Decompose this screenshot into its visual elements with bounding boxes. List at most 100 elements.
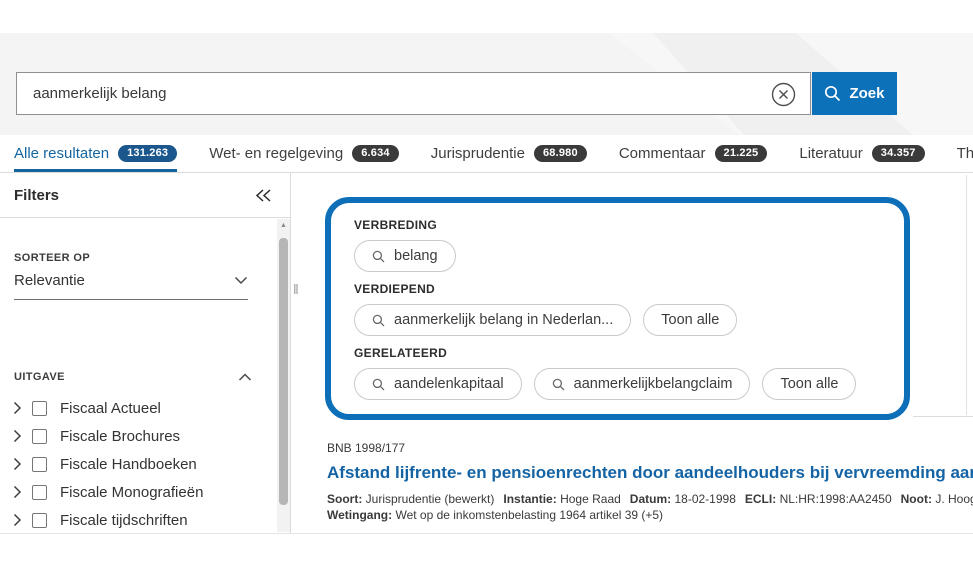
meta-label: Datum: bbox=[630, 492, 671, 506]
chip-label: aanmerkelijk belang in Nederlan... bbox=[394, 312, 613, 328]
meta-value: Hoge Raad bbox=[560, 492, 621, 506]
meta-value: NL:HR:1998:AA2450 bbox=[780, 492, 892, 506]
tab-count-badge: 131.263 bbox=[118, 145, 177, 162]
uitgave-checkbox[interactable] bbox=[32, 457, 47, 472]
uitgave-section-label: UITGAVE bbox=[14, 371, 65, 383]
tab-label: Alle resultaten bbox=[14, 145, 109, 162]
chevron-right-icon[interactable] bbox=[10, 401, 32, 415]
tab-count-badge: 34.357 bbox=[872, 145, 925, 162]
scrollbar-thumb[interactable] bbox=[279, 238, 288, 505]
tab-literatuur[interactable]: Literatuur 34.357 bbox=[799, 135, 924, 172]
uitgave-section-header[interactable]: UITGAVE bbox=[14, 371, 252, 383]
filter-item-fiscale-monografieen[interactable]: Fiscale Monografieën bbox=[10, 478, 270, 506]
gerelateerd-label: GERELATEERD bbox=[354, 346, 881, 360]
sort-section-label: SORTEER OP bbox=[14, 252, 90, 264]
chevron-right-icon[interactable] bbox=[10, 513, 32, 527]
verdiepend-label: VERDIEPEND bbox=[354, 282, 881, 296]
chip-label: Toon alle bbox=[661, 312, 719, 328]
suggestion-chip-aanmerkelijkbelangclaim[interactable]: aanmerkelijkbelangclaim bbox=[534, 368, 751, 400]
suggestion-chip-aanmerkelijk-belang-in-nederland[interactable]: aanmerkelijk belang in Nederlan... bbox=[354, 304, 631, 336]
meta-value: J. Hoogendoorn bbox=[935, 492, 973, 506]
tab-jurisprudentie[interactable]: Jurisprudentie 68.980 bbox=[431, 135, 587, 172]
filter-item-fiscaal-actueel[interactable]: Fiscaal Actueel bbox=[10, 394, 270, 422]
chevron-down-icon bbox=[234, 276, 248, 285]
chevron-up-icon bbox=[238, 373, 252, 382]
sort-dropdown-value: Relevantie bbox=[14, 272, 85, 289]
search-icon bbox=[372, 250, 385, 263]
verbreding-label: VERBREDING bbox=[354, 218, 881, 232]
filter-item-label: Fiscale Monografieën bbox=[60, 484, 203, 501]
uitgave-checkbox[interactable] bbox=[32, 429, 47, 444]
meta-label: Wetingang: bbox=[327, 508, 392, 522]
search-result-item: BNB 1998/177 Afstand lijfrente- en pensi… bbox=[327, 441, 973, 523]
toon-alle-verdiepend-button[interactable]: Toon alle bbox=[643, 304, 737, 336]
result-meta-line-2: Wetingang: Wet op de inkomstenbelasting … bbox=[327, 507, 973, 523]
toon-alle-gerelateerd-button[interactable]: Toon alle bbox=[762, 368, 856, 400]
meta-instantie: Instantie: Hoge Raad bbox=[503, 491, 620, 507]
filters-title: Filters bbox=[14, 187, 59, 204]
tab-wet-en-regelgeving[interactable]: Wet- en regelgeving 6.634 bbox=[209, 135, 399, 172]
tab-alle-resultaten[interactable]: Alle resultaten 131.263 bbox=[14, 135, 177, 172]
active-tab-underline bbox=[14, 169, 177, 172]
filter-item-fiscale-brochures[interactable]: Fiscale Brochures bbox=[10, 422, 270, 450]
chip-label: Toon alle bbox=[780, 376, 838, 392]
filter-item-fiscale-tijdschriften[interactable]: Fiscale tijdschriften bbox=[10, 506, 270, 534]
chevron-right-icon[interactable] bbox=[10, 485, 32, 499]
meta-wetingang: Wetingang: Wet op de inkomstenbelasting … bbox=[327, 507, 663, 523]
search-icon bbox=[824, 85, 841, 102]
suggestion-chip-aandelenkapitaal[interactable]: aandelenkapitaal bbox=[354, 368, 522, 400]
gerelateerd-chip-row: aandelenkapitaal aanmerkelijkbelangclaim… bbox=[354, 368, 881, 400]
filter-item-label: Fiscale Handboeken bbox=[60, 456, 197, 473]
suggestion-chip-belang[interactable]: belang bbox=[354, 240, 456, 272]
tab-label: Wet- en regelgeving bbox=[209, 145, 343, 162]
meta-label: Instantie: bbox=[503, 492, 556, 506]
meta-datum: Datum: 18-02-1998 bbox=[630, 491, 736, 507]
result-meta-line-1: Soort: Jurisprudentie (bewerkt) Instanti… bbox=[327, 491, 973, 507]
filter-item-fiscale-handboeken[interactable]: Fiscale Handboeken bbox=[10, 450, 270, 478]
meta-value: Jurisprudentie (bewerkt) bbox=[366, 492, 495, 506]
uitgave-checkbox[interactable] bbox=[32, 513, 47, 528]
search-button-label: Zoek bbox=[849, 85, 884, 102]
collapse-sidebar-icon[interactable] bbox=[255, 188, 272, 203]
tab-count-badge: 6.634 bbox=[352, 145, 399, 162]
meta-value: Wet op de inkomstenbelasting 1964 artike… bbox=[395, 508, 663, 522]
result-reference: BNB 1998/177 bbox=[327, 441, 973, 455]
chip-label: aandelenkapitaal bbox=[394, 376, 504, 392]
meta-value: 18-02-1998 bbox=[674, 492, 735, 506]
meta-ecli: ECLI: NL:HR:1998:AA2450 bbox=[745, 491, 892, 507]
meta-label: Soort: bbox=[327, 492, 362, 506]
filter-item-label: Fiscale tijdschriften bbox=[60, 512, 188, 529]
verbreding-chip-row: belang bbox=[354, 240, 881, 272]
uitgave-checkbox[interactable] bbox=[32, 401, 47, 416]
meta-noot: Noot: J. Hoogendoorn bbox=[901, 491, 973, 507]
tab-label: Commentaar bbox=[619, 145, 706, 162]
tab-themas[interactable]: Thema's 67 bbox=[957, 135, 973, 172]
uitgave-checkbox[interactable] bbox=[32, 485, 47, 500]
tab-commentaar[interactable]: Commentaar 21.225 bbox=[619, 135, 768, 172]
chevron-right-icon[interactable] bbox=[10, 429, 32, 443]
filter-item-label: Fiscale Brochures bbox=[60, 428, 180, 445]
tab-label: Literatuur bbox=[799, 145, 862, 162]
search-icon bbox=[372, 314, 385, 327]
panel-resize-handle-icon[interactable]: ‖ bbox=[293, 281, 299, 297]
meta-label: ECLI: bbox=[745, 492, 776, 506]
tab-label: Jurisprudentie bbox=[431, 145, 525, 162]
search-button[interactable]: Zoek bbox=[812, 72, 897, 115]
clear-search-icon[interactable] bbox=[771, 82, 796, 107]
tab-count-badge: 21.225 bbox=[715, 145, 768, 162]
scrollbar-up-arrow-icon[interactable]: ▲ bbox=[277, 222, 290, 229]
content-scrollbar-track[interactable] bbox=[966, 175, 967, 415]
verdiepend-chip-row: aanmerkelijk belang in Nederlan... Toon … bbox=[354, 304, 881, 336]
sidebar-scrollbar[interactable]: ▲ bbox=[277, 219, 290, 532]
results-tab-bar: Alle resultaten 131.263 Wet- en regelgev… bbox=[0, 135, 973, 173]
search-input[interactable]: aanmerkelijk belang bbox=[16, 72, 811, 115]
chip-label: aanmerkelijkbelangclaim bbox=[574, 376, 733, 392]
result-title-link[interactable]: Afstand lijfrente- en pensioenrechten do… bbox=[327, 463, 973, 483]
result-divider bbox=[913, 416, 973, 417]
meta-soort: Soort: Jurisprudentie (bewerkt) bbox=[327, 491, 494, 507]
search-query-text: aanmerkelijk belang bbox=[33, 85, 166, 102]
meta-label: Noot: bbox=[901, 492, 932, 506]
filters-header: Filters bbox=[0, 173, 290, 218]
chevron-right-icon[interactable] bbox=[10, 457, 32, 471]
sort-dropdown[interactable]: Relevantie bbox=[14, 272, 248, 300]
